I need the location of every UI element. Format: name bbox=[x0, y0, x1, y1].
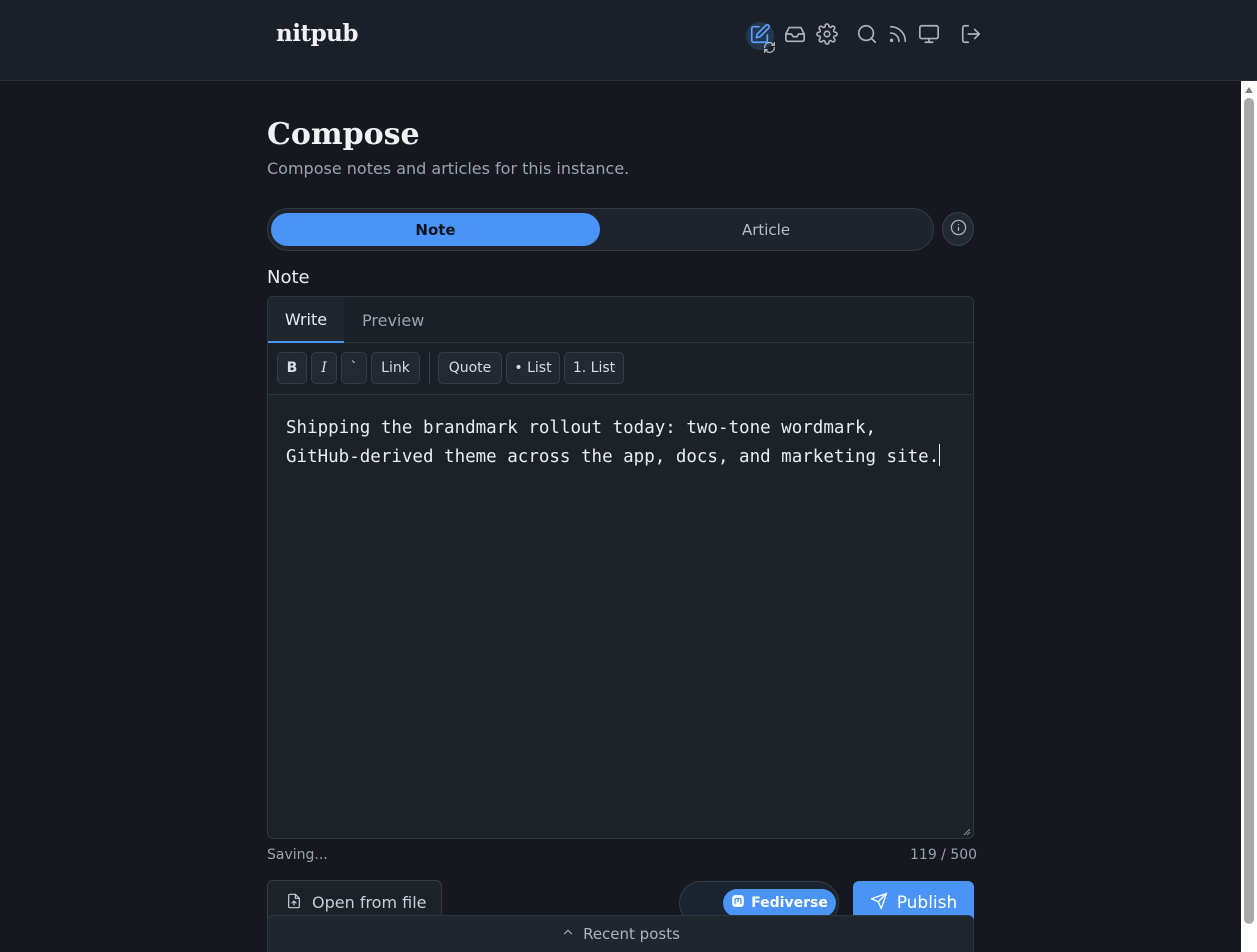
file-upload-icon bbox=[286, 892, 302, 914]
text-caret bbox=[939, 444, 941, 466]
note-textarea[interactable]: Shipping the brandmark rollout today: tw… bbox=[286, 414, 961, 472]
chevron-up-icon bbox=[561, 925, 575, 943]
numbered-list-button[interactable]: 1. List bbox=[564, 352, 624, 384]
tab-preview[interactable]: Preview bbox=[362, 297, 424, 343]
tab-write[interactable]: Write bbox=[268, 297, 344, 343]
bold-button[interactable]: B bbox=[277, 352, 307, 384]
page-title: Compose bbox=[267, 117, 420, 152]
brand-logo[interactable]: nitpub bbox=[276, 20, 358, 47]
display-button[interactable] bbox=[915, 22, 943, 50]
info-button[interactable] bbox=[942, 212, 974, 246]
fediverse-button[interactable]: Fediverse bbox=[723, 889, 836, 917]
monitor-icon bbox=[918, 23, 940, 49]
note-option[interactable]: Note bbox=[271, 213, 600, 246]
mastodon-icon bbox=[731, 894, 745, 912]
italic-button[interactable]: I bbox=[311, 352, 337, 384]
resize-handle-icon[interactable] bbox=[963, 828, 971, 836]
info-icon bbox=[950, 219, 967, 240]
link-button[interactable]: Link bbox=[371, 352, 420, 384]
inbox-button[interactable] bbox=[781, 22, 809, 50]
settings-button[interactable] bbox=[813, 22, 841, 50]
char-counter: 119 / 500 bbox=[910, 847, 978, 863]
post-type-toggle: Note Article bbox=[267, 208, 934, 251]
scroll-thumb[interactable] bbox=[1244, 98, 1254, 924]
logout-icon bbox=[960, 23, 982, 49]
code-button[interactable]: ` bbox=[341, 352, 367, 384]
feed-button[interactable] bbox=[884, 22, 912, 50]
recent-posts-toggle[interactable]: Recent posts bbox=[267, 915, 974, 952]
sync-icon bbox=[763, 39, 776, 54]
toolbar-divider bbox=[429, 352, 430, 384]
top-navbar: nitpub bbox=[0, 0, 1257, 81]
scroll-up-arrow-icon[interactable] bbox=[1245, 87, 1253, 93]
markdown-editor: Write Preview B I ` Link Quote • List 1.… bbox=[267, 296, 974, 839]
quote-button[interactable]: Quote bbox=[438, 352, 502, 384]
article-option[interactable]: Article bbox=[604, 213, 928, 246]
bullet-list-button[interactable]: • List bbox=[506, 352, 560, 384]
editor-tabs: Write Preview bbox=[268, 297, 973, 343]
search-button[interactable] bbox=[853, 22, 881, 50]
open-file-label: Open from file bbox=[312, 893, 427, 912]
save-status: Saving... bbox=[267, 847, 328, 863]
rss-icon bbox=[887, 23, 909, 49]
logout-button[interactable] bbox=[957, 22, 985, 50]
send-icon bbox=[870, 892, 888, 915]
recent-posts-label: Recent posts bbox=[583, 925, 680, 943]
fediverse-label: Fediverse bbox=[751, 895, 828, 911]
publish-label: Publish bbox=[896, 893, 958, 913]
inbox-icon bbox=[784, 23, 806, 49]
editor-label: Note bbox=[267, 267, 310, 288]
note-content: Shipping the brandmark rollout today: tw… bbox=[286, 418, 940, 467]
search-icon bbox=[856, 23, 878, 49]
page-subtitle: Compose notes and articles for this inst… bbox=[267, 159, 630, 178]
format-toolbar: B I ` Link Quote • List 1. List bbox=[268, 343, 973, 395]
page-scrollbar[interactable] bbox=[1241, 81, 1257, 952]
compose-nav-button[interactable] bbox=[746, 22, 776, 54]
gear-icon bbox=[816, 23, 838, 49]
